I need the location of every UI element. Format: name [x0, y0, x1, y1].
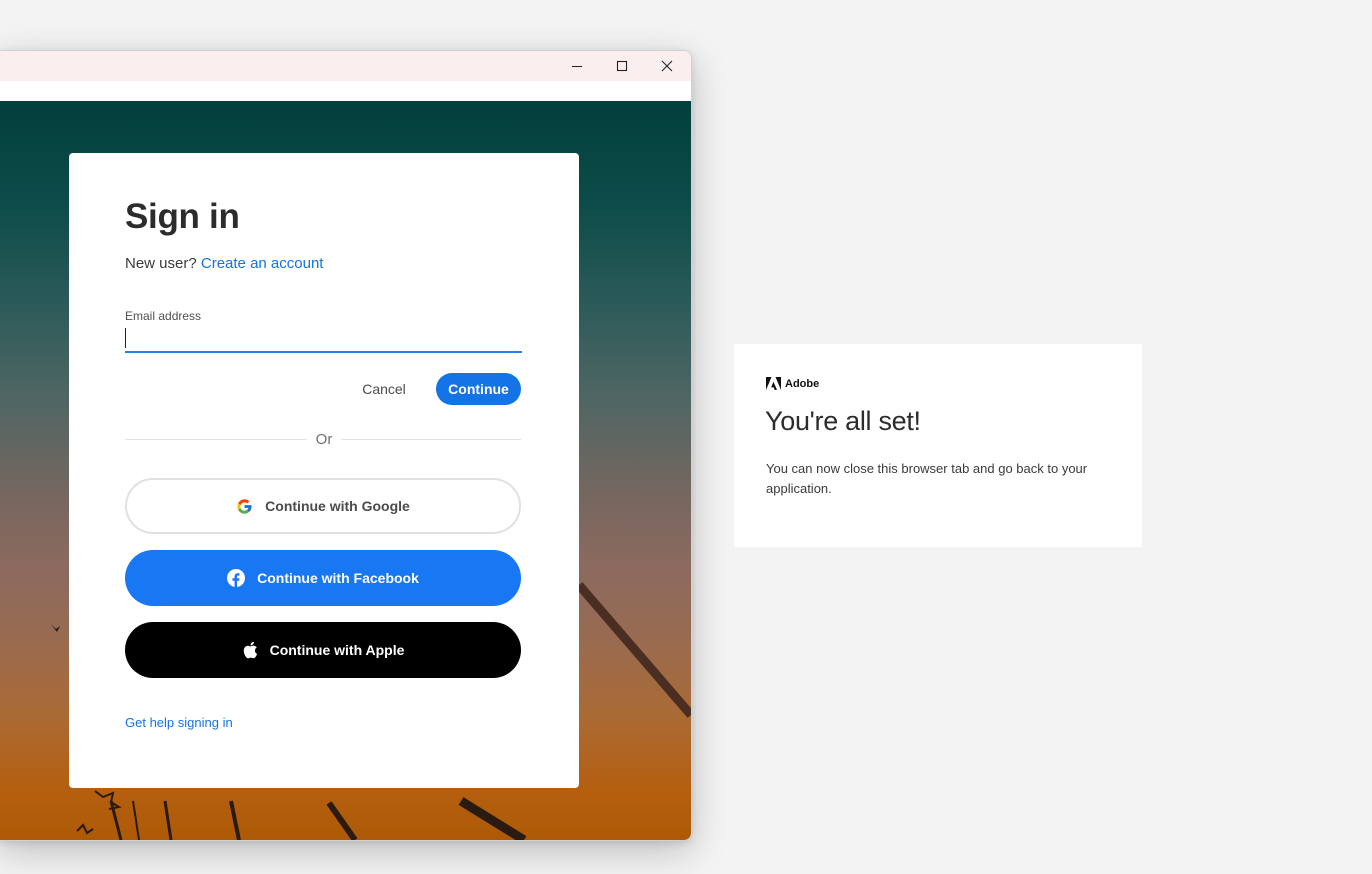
page-title: Sign in	[125, 197, 240, 236]
window-titlebar[interactable]	[0, 51, 691, 81]
confirmation-title: You're all set!	[765, 406, 921, 436]
minimize-icon	[572, 66, 582, 67]
continue-with-apple-button[interactable]: Continue with Apple	[125, 622, 521, 678]
confirmation-panel: Adobe You're all set! You can now close …	[734, 344, 1142, 547]
adobe-brand: Adobe	[766, 377, 819, 390]
continue-with-google-button[interactable]: Continue with Google	[125, 478, 521, 534]
email-field[interactable]	[125, 325, 522, 353]
create-account-link[interactable]: Create an account	[201, 255, 324, 272]
help-signing-in-link[interactable]: Get help signing in	[125, 715, 233, 730]
facebook-icon	[227, 569, 246, 587]
new-user-row: New user? Create an account	[125, 255, 323, 272]
close-button[interactable]	[644, 51, 690, 81]
continue-button[interactable]: Continue	[436, 373, 521, 405]
maximize-icon	[616, 60, 628, 72]
divider-left	[125, 439, 307, 440]
email-label: Email address	[125, 309, 202, 323]
facebook-label: Continue with Facebook	[257, 570, 419, 586]
confirmation-message: You can now close this browser tab and g…	[766, 461, 1088, 496]
brand-name: Adobe	[785, 377, 820, 390]
close-icon	[661, 60, 673, 72]
continue-with-facebook-button[interactable]: Continue with Facebook	[125, 550, 521, 606]
minimize-button[interactable]	[554, 51, 600, 81]
signin-window: Sign in New user? Create an account Emai…	[0, 50, 692, 841]
signin-card: Sign in New user? Create an account Emai…	[69, 153, 579, 788]
apple-icon	[242, 641, 258, 659]
divider-right	[341, 439, 521, 440]
google-label: Continue with Google	[265, 498, 410, 514]
address-bar	[0, 81, 691, 101]
apple-label: Continue with Apple	[269, 642, 405, 658]
cancel-button[interactable]: Cancel	[345, 373, 423, 405]
adobe-logo-icon	[766, 377, 781, 390]
text-cursor	[125, 328, 126, 348]
google-icon	[236, 498, 253, 515]
or-separator: Or	[315, 431, 333, 448]
maximize-button[interactable]	[599, 51, 645, 81]
new-user-text: New user?	[125, 255, 197, 272]
